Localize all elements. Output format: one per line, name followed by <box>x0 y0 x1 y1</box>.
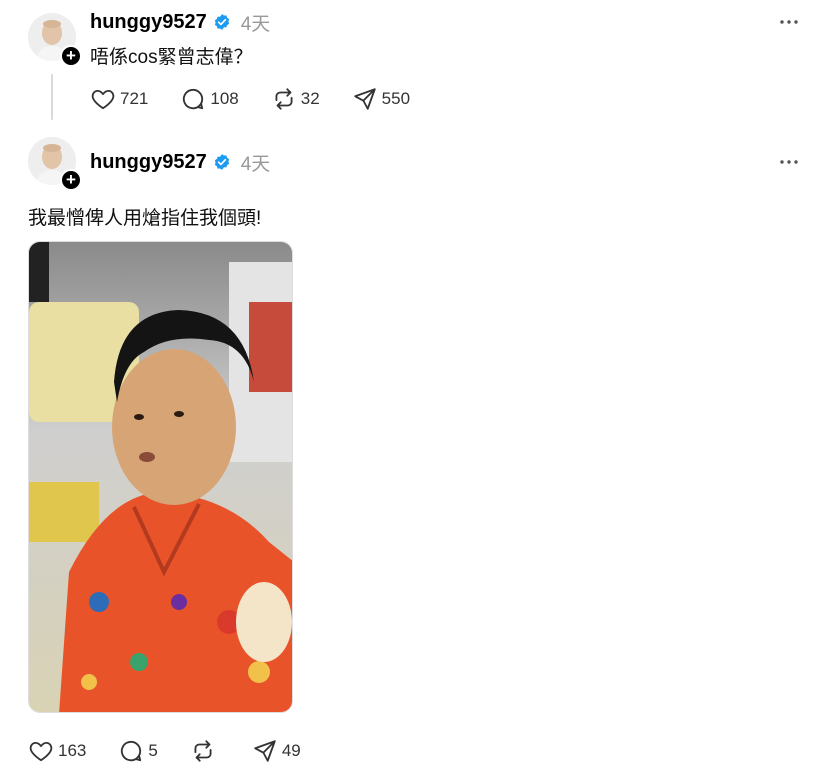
verified-icon <box>213 153 231 171</box>
avatar-button[interactable]: + <box>28 13 82 67</box>
media-photo <box>29 242 292 712</box>
repost-icon <box>194 740 212 762</box>
like-button[interactable]: 721 <box>90 86 148 112</box>
more-icon[interactable] <box>778 11 800 33</box>
action-bar: 721 108 32 550 <box>90 86 442 112</box>
repost-button[interactable]: 32 <box>271 86 320 112</box>
more-icon[interactable] <box>778 151 800 173</box>
post-media-image[interactable] <box>28 241 293 713</box>
post-header: hunggy9527 4天 <box>90 9 270 35</box>
timestamp: 4天 <box>240 153 271 175</box>
comment-button[interactable]: 5 <box>118 738 158 764</box>
repost-icon <box>275 88 293 110</box>
like-count: 721 <box>120 89 149 108</box>
reply-count: 5 <box>148 741 158 760</box>
share-icon <box>254 740 276 762</box>
avatar-button[interactable]: + <box>28 137 82 191</box>
like-button[interactable]: 163 <box>28 738 86 764</box>
share-button[interactable]: 49 <box>252 738 301 764</box>
share-icon <box>354 88 376 110</box>
comment-button[interactable]: 108 <box>180 86 239 112</box>
thread-line <box>51 74 53 120</box>
username[interactable]: hunggy9527 <box>90 151 207 174</box>
comment-icon <box>121 741 142 762</box>
repost-button[interactable] <box>190 738 220 764</box>
post-text: 唔係cos緊曾志偉？ <box>90 47 253 68</box>
repost-count: 32 <box>300 89 320 108</box>
comment-icon <box>183 89 204 110</box>
heart-icon <box>91 89 115 110</box>
heart-icon <box>29 741 53 762</box>
reply-count: 108 <box>210 89 239 108</box>
share-button[interactable]: 550 <box>352 86 410 112</box>
username[interactable]: hunggy9527 <box>90 11 207 34</box>
verified-icon <box>213 13 231 31</box>
action-bar: 163 5 49 <box>28 738 333 764</box>
timestamp: 4天 <box>240 13 271 35</box>
share-count: 550 <box>381 89 411 108</box>
post-text: 我最憎俾人用熗指住我個頭! <box>28 208 262 229</box>
post-header: hunggy9527 4天 <box>90 149 270 175</box>
follow-plus-icon[interactable]: + <box>60 169 82 191</box>
like-count: 163 <box>58 741 87 760</box>
follow-plus-icon[interactable]: + <box>60 45 82 67</box>
share-count: 49 <box>281 741 301 760</box>
